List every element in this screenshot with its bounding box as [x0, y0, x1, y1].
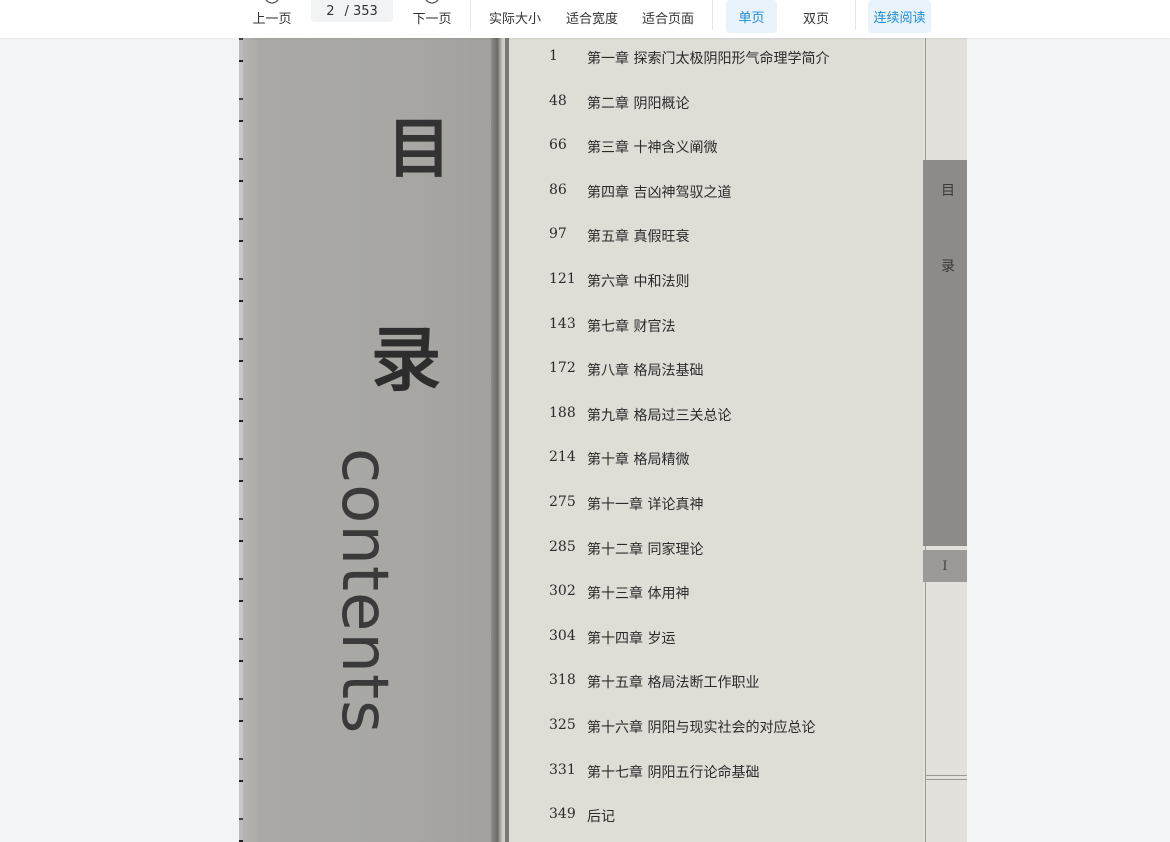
side-tab-char-1: 目 [941, 183, 955, 199]
double-page-icon [808, 0, 824, 6]
toc-page-number: 121 [549, 271, 576, 287]
toc-page-number: 188 [549, 404, 576, 421]
edge-rule [925, 779, 967, 780]
book-spine-panel: 目 录 contents [239, 38, 497, 842]
single-page-icon [744, 0, 760, 6]
toc-chapter-title: 第十六章 阴阳与现实社会的对应总论 [587, 720, 816, 736]
actual-size-icon [507, 0, 523, 6]
prev-page-button[interactable]: 上一页 [248, 0, 296, 34]
toc-page-number: 331 [549, 761, 576, 778]
arrow-left-circle-icon [265, 0, 279, 4]
toc-chapter-title: 第十一章 详论真神 [587, 497, 704, 513]
continuous-reading-icon [892, 0, 908, 6]
toc-page-number: 325 [549, 717, 576, 733]
fit-page-button[interactable]: 适合页面 [639, 0, 697, 34]
toc-chapter-title: 第一章 探索门太极阴阳形气命理学简介 [587, 51, 830, 67]
toc-chapter-title: 第十五章 格局法断工作职业 [587, 675, 760, 692]
toc-page-number: 214 [549, 449, 576, 466]
toc-page-number: 172 [549, 360, 576, 377]
single-page-label: 单页 [738, 11, 765, 26]
fit-width-icon [584, 0, 600, 6]
single-page-button[interactable]: 单页 [726, 0, 777, 33]
double-page-label: 双页 [802, 12, 829, 27]
toc-page-number: 143 [549, 315, 576, 332]
toc-chapter-title: 第九章 格局过三关总论 [587, 407, 732, 424]
toc-page-number: 285 [549, 538, 576, 555]
current-page[interactable]: 2 [326, 4, 334, 19]
actual-size-label: 实际大小 [488, 12, 541, 27]
toc-paper: 1 第一章 探索门太极阴阳形气命理学简介 48 第二章 阴阳概论 66 第三章 十神含义阐… [509, 38, 923, 842]
toc-chapter-title: 第十章 格局精微 [587, 452, 690, 469]
side-tab-char-2: 录 [941, 259, 955, 275]
toc-chapter-title: 第八章 格局法基础 [587, 363, 704, 380]
fit-page-icon [660, 0, 676, 6]
spine-title-lu: 录 [371, 318, 441, 401]
actual-size-button[interactable]: 实际大小 [486, 0, 544, 34]
toc-chapter-title: 第二章 阴阳概论 [587, 95, 690, 112]
double-page-button[interactable]: 双页 [791, 0, 841, 34]
toolbar-divider [712, 0, 713, 30]
toolbar-divider [855, 0, 856, 30]
toc-chapter-title: 第十二章 同家理论 [587, 541, 704, 558]
toc-page-number: 97 [549, 226, 567, 243]
edge-rule [925, 775, 967, 776]
toc-page-number: 48 [549, 92, 567, 109]
toc-chapter-title: 第七章 财官法 [587, 318, 676, 335]
spine-contents-word: contents [327, 448, 401, 735]
fit-width-button[interactable]: 适合宽度 [563, 0, 621, 34]
toc-page-number: 1 [549, 48, 558, 64]
toc-page-number: 66 [549, 137, 567, 154]
page-edge [239, 38, 243, 842]
document-page: 目 录 contents 1 第一章 探索门太极阴阳形气命理学简介 48 第二章 阴阳… [239, 38, 967, 842]
continuous-reading-label: 连续阅读 [873, 11, 926, 26]
toc-chapter-title: 第四章 吉凶神驾驭之道 [587, 184, 732, 201]
toc-chapter-title: 后记 [587, 809, 615, 826]
toc-page-number: 302 [549, 583, 576, 600]
toc-chapter-title: 第十三章 体用神 [587, 586, 690, 603]
toc-page-number: 304 [549, 627, 576, 644]
arrow-right-circle-icon [425, 0, 439, 4]
toc-chapter-title: 第五章 真假旺衰 [587, 229, 690, 246]
toc-page-number: 349 [549, 806, 576, 823]
side-page-number: I [923, 550, 967, 582]
page-number-input[interactable]: 2 / 353 [311, 0, 393, 22]
total-pages: / 353 [344, 3, 378, 19]
toc-chapter-title: 第十四章 岁运 [587, 630, 676, 647]
toc-chapter-title: 第十七章 阴阳五行论命基础 [587, 764, 760, 781]
toc-chapter-title: 第六章 中和法则 [587, 274, 690, 290]
continuous-reading-button[interactable]: 连续阅读 [868, 0, 931, 33]
toc-chapter-title: 第三章 十神含义阐微 [587, 140, 718, 157]
next-page-button[interactable]: 下一页 [408, 0, 456, 34]
side-tab: 目 录 [923, 160, 967, 546]
fit-page-label: 适合页面 [641, 12, 694, 27]
toc-page-number: 275 [549, 494, 576, 510]
spine-title-mu: 目 [387, 113, 451, 187]
prev-page-label: 上一页 [252, 12, 292, 27]
viewer-toolbar: 上一页 2 / 353 下一页 实际大小 适合宽度 适合页面 单页 双页 连续阅… [0, 0, 1170, 38]
toolbar-divider [470, 0, 471, 30]
toc-page-number: 318 [549, 672, 576, 689]
toc-page-number: 86 [549, 181, 567, 198]
fit-width-label: 适合宽度 [565, 12, 618, 27]
next-page-label: 下一页 [412, 12, 452, 27]
